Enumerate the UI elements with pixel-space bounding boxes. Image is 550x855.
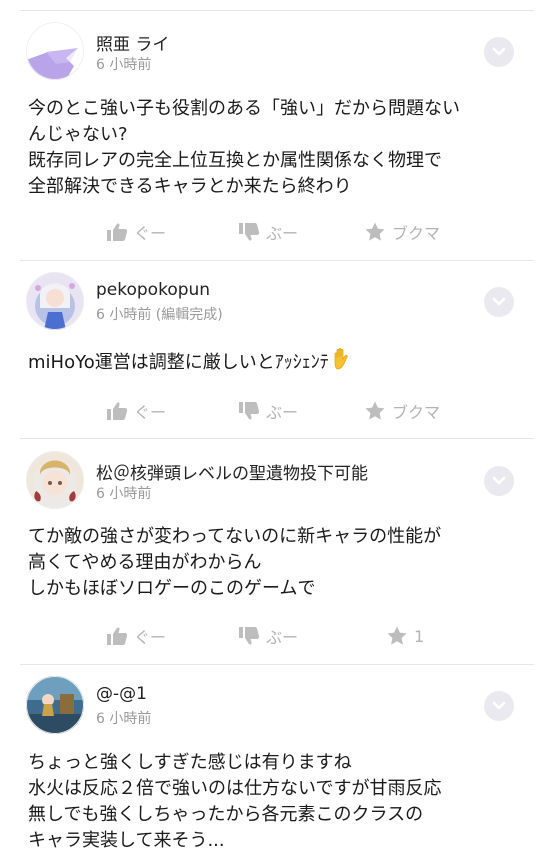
comment-text: miHoYo運営は調整に厳しいとｱｯｼｪﾝﾃ <box>28 352 329 373</box>
like-label: ぐー <box>134 224 167 243</box>
dislike-button[interactable]: ぶー <box>238 622 298 650</box>
avatar[interactable] <box>26 676 84 734</box>
bookmark-button[interactable]: 1 <box>386 622 424 650</box>
avatar[interactable] <box>26 272 84 330</box>
comment-body: てか敵の強さが変わってないのに新キャラの性能が 高くてやめる理由がわからん しか… <box>28 524 530 602</box>
chevron-down-icon <box>492 297 506 306</box>
comment-body: ちょっと強くしすぎた感じは有りますね 水火は反応２倍で強いのは仕方ないですが甘雨… <box>28 750 530 854</box>
bookmark-button[interactable]: ブクマ <box>364 218 440 246</box>
like-label: ぐー <box>134 628 167 647</box>
author-name[interactable]: 照亜 ライ <box>96 30 169 55</box>
like-button[interactable]: ぐー <box>106 218 166 246</box>
post-time: 6 小時前 <box>96 57 152 73</box>
thumbs-up-icon <box>107 402 128 420</box>
divider <box>20 438 534 439</box>
bookmark-label: ブクマ <box>392 403 441 422</box>
comment-line: ちょっと強くしすぎた感じは有りますね <box>28 752 352 773</box>
post-menu-button[interactable] <box>484 37 514 67</box>
comment-line: しかもほぼソロゲーのこのゲームで <box>28 578 316 599</box>
author-name[interactable]: 松＠核弾頭レベルの聖遺物投下可能 <box>96 459 368 484</box>
comment-body: miHoYo運営は調整に厳しいとｱｯｼｪﾝﾃ <box>28 347 530 376</box>
thumbs-down-icon <box>239 402 260 420</box>
comment-body: 今のとこ強い子も役割のある「強い」だから問題ない んじゃない? 既存同レアの完全… <box>28 96 530 200</box>
author-name[interactable]: pekopokopun <box>96 280 210 300</box>
chevron-down-icon <box>492 476 506 485</box>
comment-line: んじゃない? <box>28 124 128 145</box>
post-time: 6 小時前 <box>96 711 152 727</box>
post-time: 6 小時前 <box>96 486 152 502</box>
divider <box>20 10 534 11</box>
post-menu-button[interactable] <box>484 466 514 496</box>
dislike-button[interactable]: ぶー <box>238 218 298 246</box>
post-menu-button[interactable] <box>484 691 514 721</box>
like-button[interactable]: ぐー <box>106 622 166 650</box>
comment-feed: 照亜 ライ 6 小時前 今のとこ強い子も役割のある「強い」だから問題ない んじゃ… <box>0 0 550 855</box>
bookmark-count: 1 <box>414 626 425 646</box>
comment-line: 水火は反応２倍で強いのは仕方ないですが甘雨反応 <box>28 778 442 799</box>
raised-hand-emoji <box>334 347 348 370</box>
star-icon <box>387 626 407 645</box>
dislike-button[interactable]: ぶー <box>238 397 298 425</box>
like-button[interactable]: ぐー <box>106 397 166 425</box>
dislike-label: ぶー <box>266 224 299 243</box>
comment-line: キャラ実装して来そう... <box>28 830 225 851</box>
comment-line: てか敵の強さが変わってないのに新キャラの性能が <box>28 526 442 547</box>
chevron-down-icon <box>492 701 506 710</box>
comment-line: 今のとこ強い子も役割のある「強い」だから問題ない <box>28 98 460 119</box>
post-time: 6 小時前 (編輯完成) <box>96 307 223 323</box>
comment-line: 全部解決できるキャラとか来たら終わり <box>28 176 352 197</box>
thumbs-down-icon <box>239 223 260 241</box>
post-menu-button[interactable] <box>484 287 514 317</box>
thumbs-up-icon <box>107 627 128 645</box>
bookmark-button[interactable]: ブクマ <box>364 397 440 425</box>
divider <box>20 664 534 665</box>
thumbs-down-icon <box>239 627 260 645</box>
star-icon <box>365 222 385 241</box>
star-icon <box>365 401 385 420</box>
divider <box>20 260 534 261</box>
comment-line: miHoYo運営は調整に厳しいとｱｯｼｪﾝﾃ <box>28 347 530 376</box>
bookmark-label: ブクマ <box>392 224 441 243</box>
avatar[interactable] <box>26 451 84 509</box>
dislike-label: ぶー <box>266 403 299 422</box>
action-bar: ぐー ぶー 1 <box>0 622 550 650</box>
like-label: ぐー <box>134 403 167 422</box>
avatar[interactable] <box>26 22 84 80</box>
comment-line: 無しでも強くしちゃったから各元素このクラスの <box>28 804 424 825</box>
dislike-label: ぶー <box>266 628 299 647</box>
comment-line: 既存同レアの完全上位互換とか属性関係なく物理で <box>28 150 442 171</box>
author-name[interactable]: @-@1 <box>96 684 147 704</box>
comment-line: 高くてやめる理由がわからん <box>28 552 262 573</box>
action-bar: ぐー ぶー ブクマ <box>0 397 550 425</box>
chevron-down-icon <box>492 47 506 56</box>
action-bar: ぐー ぶー ブクマ <box>0 218 550 246</box>
thumbs-up-icon <box>107 223 128 241</box>
